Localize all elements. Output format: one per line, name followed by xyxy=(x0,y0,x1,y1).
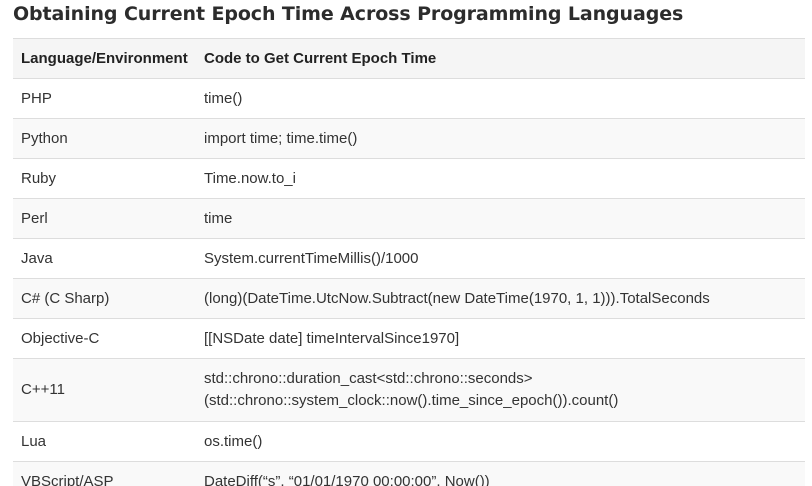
table-row: C++11 std::chrono::duration_cast<std::chr… xyxy=(13,358,805,422)
language-cell: Python xyxy=(13,118,196,159)
table-row: Perl time xyxy=(13,198,805,239)
table-body: PHP time() Python import time; time.time() R… xyxy=(13,78,805,486)
table-row: VBScript/ASP DateDiff(“s”, “01/01/1970 00… xyxy=(13,461,805,486)
code-cell: [[NSDate date] timeIntervalSince1970] xyxy=(196,318,805,359)
table-row: C# (C Sharp) (long)(DateTime.UtcNow.Subtr… xyxy=(13,278,805,319)
language-cell: Ruby xyxy=(13,158,196,199)
code-line: [[NSDate date] timeIntervalSince1970] xyxy=(204,329,460,347)
table-row: Python import time; time.time() xyxy=(13,118,805,159)
page-title: Obtaining Current Epoch Time Across Prog… xyxy=(13,3,684,25)
language-cell: VBScript/ASP xyxy=(13,461,196,486)
code-line: os.time() xyxy=(204,432,263,450)
code-cell: import time; time.time() xyxy=(196,118,805,159)
table-header: Language/Environment Code to Get Current… xyxy=(13,38,805,79)
language-cell: Perl xyxy=(13,198,196,239)
code-cell: time xyxy=(196,198,805,239)
code-cell: Time.now.to_i xyxy=(196,158,805,199)
language-cell: Java xyxy=(13,238,196,279)
table-row: Lua os.time() xyxy=(13,421,805,462)
code-cell: std::chrono::duration_cast<std::chrono::… xyxy=(196,358,805,422)
language-cell: Objective-C xyxy=(13,318,196,359)
code-line: import time; time.time() xyxy=(204,129,358,147)
code-cell: (long)(DateTime.UtcNow.Subtract(new Date… xyxy=(196,278,805,319)
code-cell: time() xyxy=(196,78,805,119)
code-line: (std::chrono::system_clock::now().time_s… xyxy=(204,392,619,409)
code-line: std::chrono::duration_cast<std::chrono::… xyxy=(204,370,533,387)
code-line: Time.now.to_i xyxy=(204,169,296,187)
code-line: DateDiff(“s”, “01/01/1970 00:00:00”, Now… xyxy=(204,472,490,486)
table-row: PHP time() xyxy=(13,78,805,119)
language-cell: Lua xyxy=(13,421,196,462)
header-language: Language/Environment xyxy=(13,38,196,79)
table-row: Objective-C [[NSDate date] timeIntervalSi… xyxy=(13,318,805,359)
epoch-table: Language/Environment Code to Get Current… xyxy=(13,38,805,486)
page: Obtaining Current Epoch Time Across Prog… xyxy=(0,0,812,486)
code-line: time xyxy=(204,209,233,227)
code-cell: os.time() xyxy=(196,421,805,462)
code-line: System.currentTimeMillis()/1000 xyxy=(204,249,419,267)
language-cell: PHP xyxy=(13,78,196,119)
language-cell: C# (C Sharp) xyxy=(13,278,196,319)
code-line: time() xyxy=(204,89,243,107)
code-line: (long)(DateTime.UtcNow.Subtract(new Date… xyxy=(204,289,710,307)
table-row: Ruby Time.now.to_i xyxy=(13,158,805,199)
language-cell: C++11 xyxy=(13,358,196,422)
epoch-table-container: Language/Environment Code to Get Current… xyxy=(13,38,805,486)
code-cell: DateDiff(“s”, “01/01/1970 00:00:00”, Now… xyxy=(196,461,805,486)
header-code: Code to Get Current Epoch Time xyxy=(196,38,805,79)
header-row: Language/Environment Code to Get Current… xyxy=(13,38,805,79)
table-row: Java System.currentTimeMillis()/1000 xyxy=(13,238,805,279)
code-cell: System.currentTimeMillis()/1000 xyxy=(196,238,805,279)
